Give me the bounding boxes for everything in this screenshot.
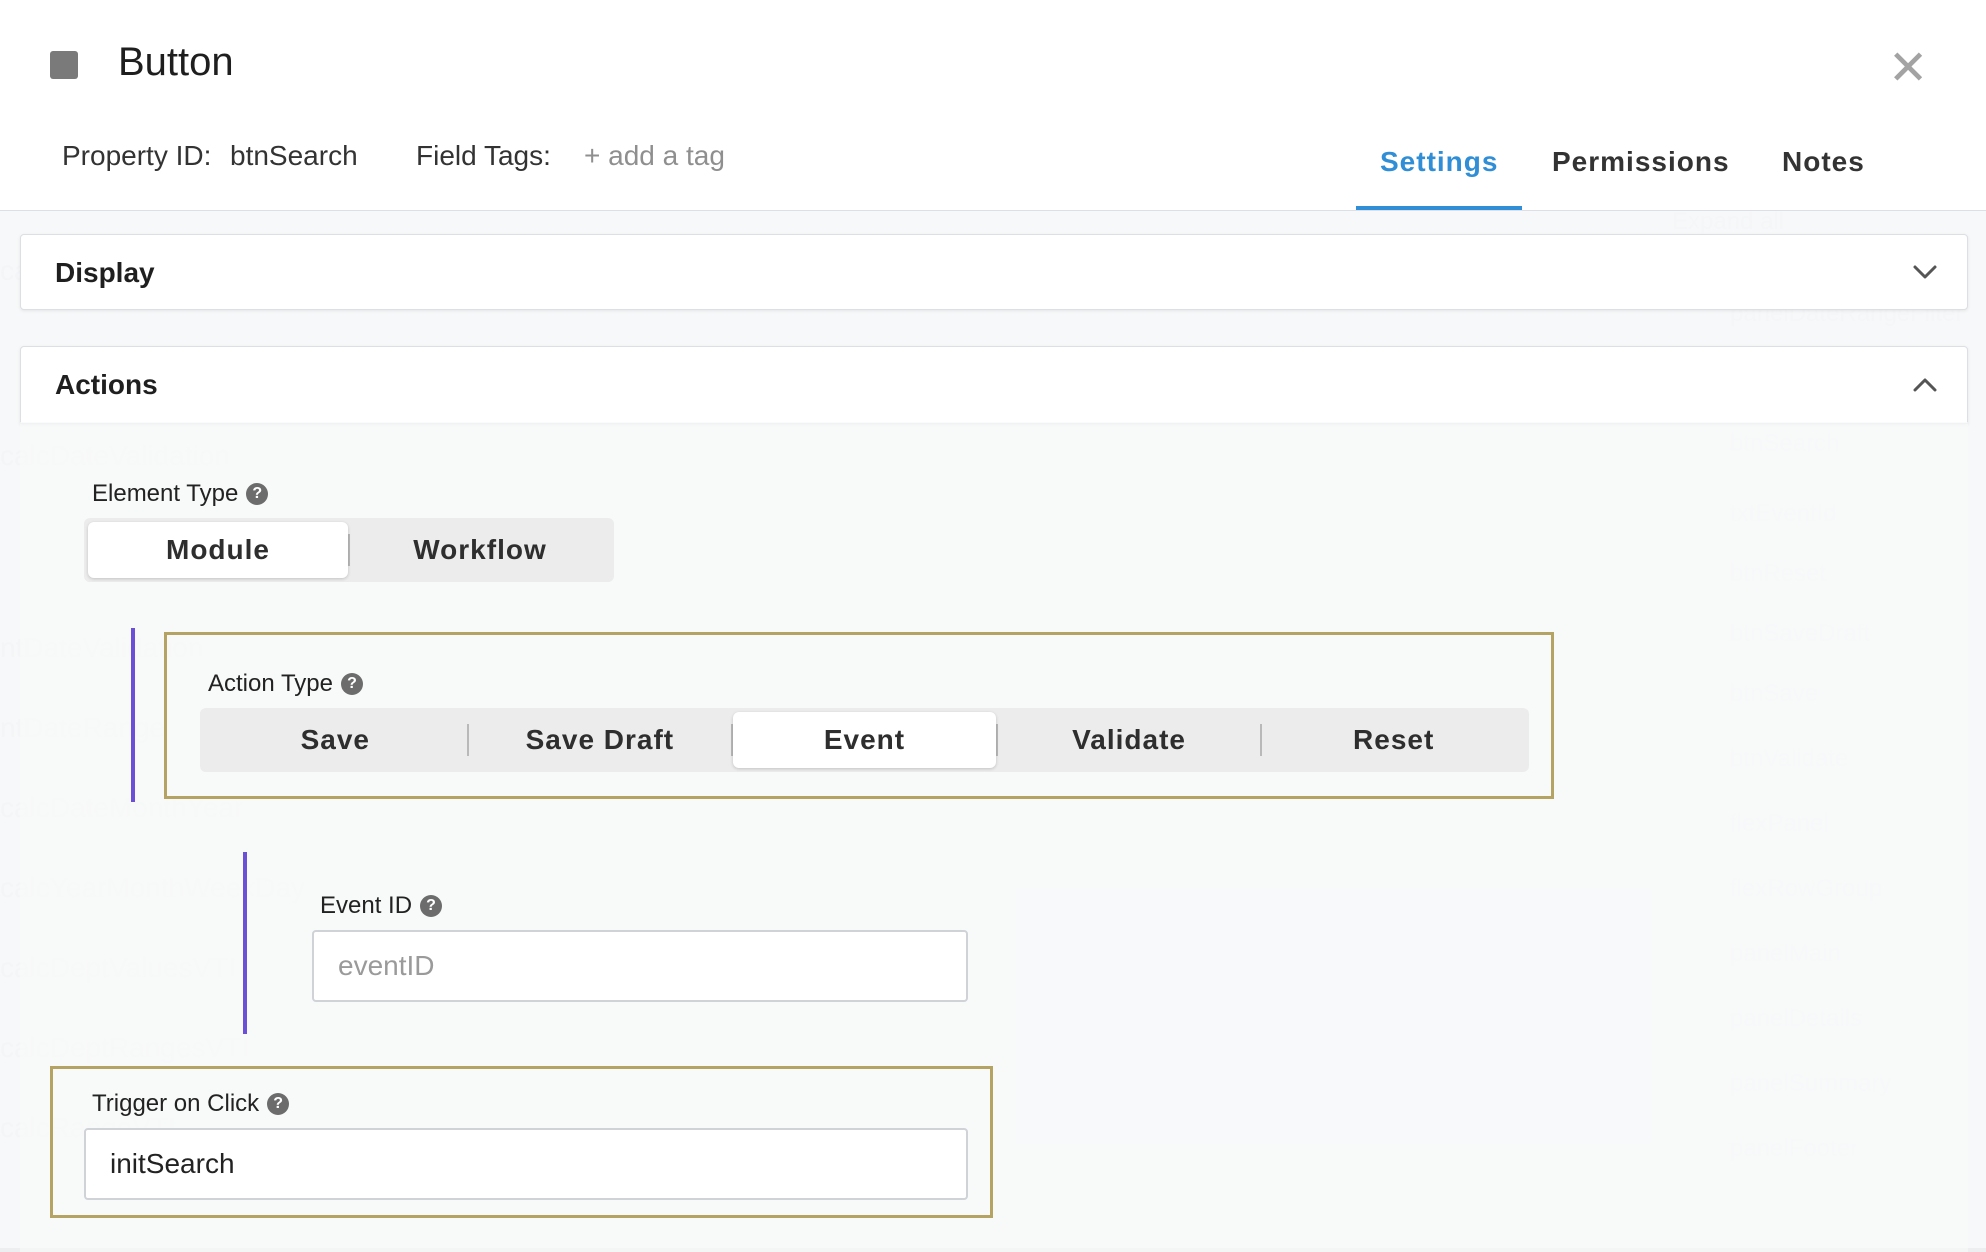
tab-permissions[interactable]: Permissions (1552, 146, 1730, 178)
nesting-indicator-line (131, 628, 135, 802)
element-type-label-text: Element Type (92, 480, 239, 507)
element-type-toggle: Module Workflow (84, 518, 614, 582)
trigger-on-click-label-text: Trigger on Click (92, 1090, 260, 1117)
nesting-indicator-line (243, 852, 247, 1034)
element-type-module-option[interactable]: Module (88, 522, 348, 578)
field-tags-label: Field Tags: (416, 140, 551, 171)
close-icon[interactable]: ✕ (1888, 44, 1928, 94)
property-id-value: btnSearch (230, 140, 358, 171)
action-type-event-option[interactable]: Event (733, 712, 996, 768)
help-icon[interactable]: ? (340, 673, 363, 695)
property-id-label: Property ID: (62, 140, 212, 171)
action-type-toggle: Save Save Draft Event Validate Reset (200, 708, 1529, 772)
trigger-on-click-value: initSearch (110, 1148, 235, 1179)
element-type-workflow-option[interactable]: Workflow (350, 522, 610, 578)
event-id-label: Event ID ? (320, 892, 443, 920)
actions-panel-title: Actions (55, 369, 158, 400)
help-icon[interactable]: ? (267, 1093, 290, 1115)
button-element-icon (50, 51, 78, 79)
help-icon[interactable]: ? (420, 895, 443, 917)
tab-settings[interactable]: Settings (1380, 146, 1498, 178)
action-type-save-option[interactable]: Save (204, 712, 467, 768)
event-id-input[interactable]: eventID (312, 930, 968, 1002)
chevron-up-icon (1913, 378, 1937, 392)
tab-notes[interactable]: Notes (1782, 146, 1865, 178)
action-type-validate-option[interactable]: Validate (998, 712, 1261, 768)
help-icon[interactable]: ? (246, 483, 269, 505)
button-settings-modal: Button ✕ Property ID: btnSearch Field Ta… (0, 0, 1986, 1252)
action-type-reset-option[interactable]: Reset (1262, 712, 1525, 768)
chevron-down-icon (1913, 265, 1937, 279)
display-panel-title: Display (55, 257, 155, 288)
action-type-save-draft-option[interactable]: Save Draft (469, 712, 732, 768)
active-tab-indicator (1356, 206, 1522, 210)
modal-title: Button (118, 40, 234, 84)
element-type-label: Element Type ? (92, 480, 269, 508)
action-type-label-text: Action Type (208, 670, 333, 697)
action-type-label: Action Type ? (208, 670, 363, 698)
modal-header: Button ✕ Property ID: btnSearch Field Ta… (0, 0, 1986, 211)
trigger-on-click-label: Trigger on Click ? (92, 1090, 290, 1118)
trigger-on-click-input[interactable]: initSearch (84, 1128, 968, 1200)
add-tag-link[interactable]: + add a tag (584, 140, 725, 172)
event-id-placeholder: eventID (338, 950, 435, 981)
actions-panel-header[interactable]: Actions (20, 346, 1968, 424)
display-panel-header[interactable]: Display (20, 234, 1968, 310)
event-id-label-text: Event ID (320, 892, 413, 919)
